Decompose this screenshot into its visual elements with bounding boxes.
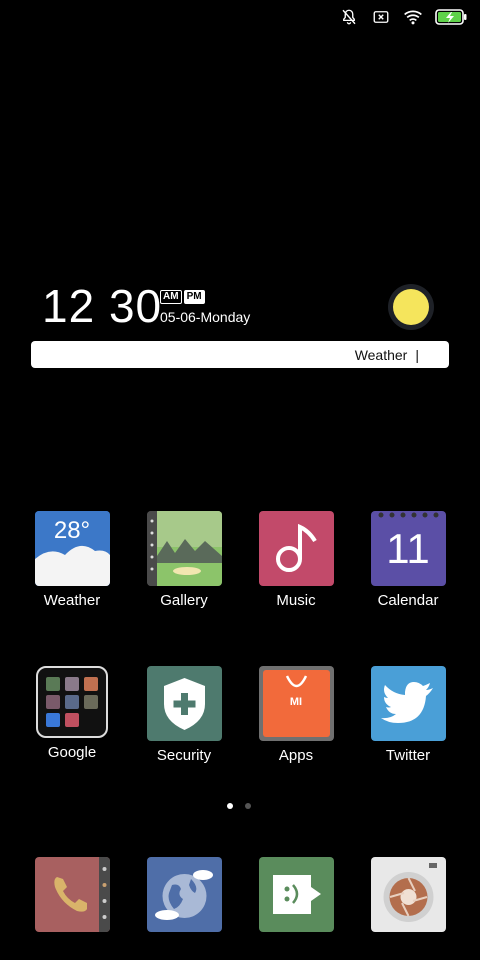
notifications-off-icon (338, 6, 360, 28)
message-bubble-icon (258, 857, 334, 932)
app-music[interactable]: Music (246, 511, 346, 610)
search-bar[interactable]: Weather | (31, 341, 449, 368)
app-label: Calendar (377, 592, 439, 609)
app-weather[interactable]: 28° Weather (22, 511, 122, 610)
globe-icon (146, 857, 222, 932)
mi-logo: MI (289, 696, 303, 708)
pm-label: PM (183, 290, 205, 304)
gallery-app-icon (146, 511, 222, 586)
clock-time[interactable]: 12 30 (42, 280, 162, 332)
app-label: Google (47, 744, 97, 761)
search-bar-text: Weather (354, 346, 408, 363)
twitter-bird-icon (370, 666, 446, 741)
calendar-date: 11 (386, 525, 430, 572)
camera-icon (370, 857, 446, 932)
google-folder-icon (36, 666, 108, 738)
page-indicator (227, 803, 251, 809)
page-dot[interactable] (245, 803, 251, 809)
app-twitter[interactable]: Twitter (358, 666, 458, 765)
music-note-icon (258, 511, 334, 586)
dock-messaging[interactable] (246, 857, 346, 932)
app-label: Apps (278, 747, 314, 764)
wifi-icon (402, 6, 424, 28)
weather-app-icon: 28° (34, 511, 110, 586)
weather-sun-icon[interactable] (388, 284, 434, 330)
app-label: Gallery (160, 592, 208, 609)
app-label: Twitter (385, 747, 431, 764)
dock-camera[interactable] (358, 857, 458, 932)
phone-icon (34, 857, 110, 932)
search-cursor: | (415, 346, 419, 363)
app-google-folder[interactable]: Google (22, 666, 122, 762)
dock-phone[interactable] (22, 857, 122, 932)
am-pm-indicator: AM PM (160, 290, 205, 304)
app-label: Weather (43, 592, 101, 609)
app-security[interactable]: Security (134, 666, 234, 765)
app-label: Security (156, 747, 212, 764)
no-sim-icon (370, 6, 392, 28)
weather-temperature: 28° (53, 517, 91, 544)
app-apps[interactable]: MI Apps (246, 666, 346, 765)
page-dot-active[interactable] (227, 803, 233, 809)
battery-charging-icon (434, 6, 468, 28)
dock-browser[interactable] (134, 857, 234, 932)
calendar-icon: 11 (370, 511, 446, 586)
app-calendar[interactable]: 11 Calendar (358, 511, 458, 610)
am-label: AM (160, 290, 182, 304)
app-gallery[interactable]: Gallery (134, 511, 234, 610)
app-label: Music (276, 592, 316, 609)
shopping-bag-icon: MI (258, 666, 334, 741)
status-bar (338, 6, 468, 28)
shield-icon (146, 666, 222, 741)
home-screen: 12 30 AM PM 05-06-Monday Weather | 28° W… (0, 0, 480, 960)
clock-date: 05-06-Monday (160, 309, 251, 325)
